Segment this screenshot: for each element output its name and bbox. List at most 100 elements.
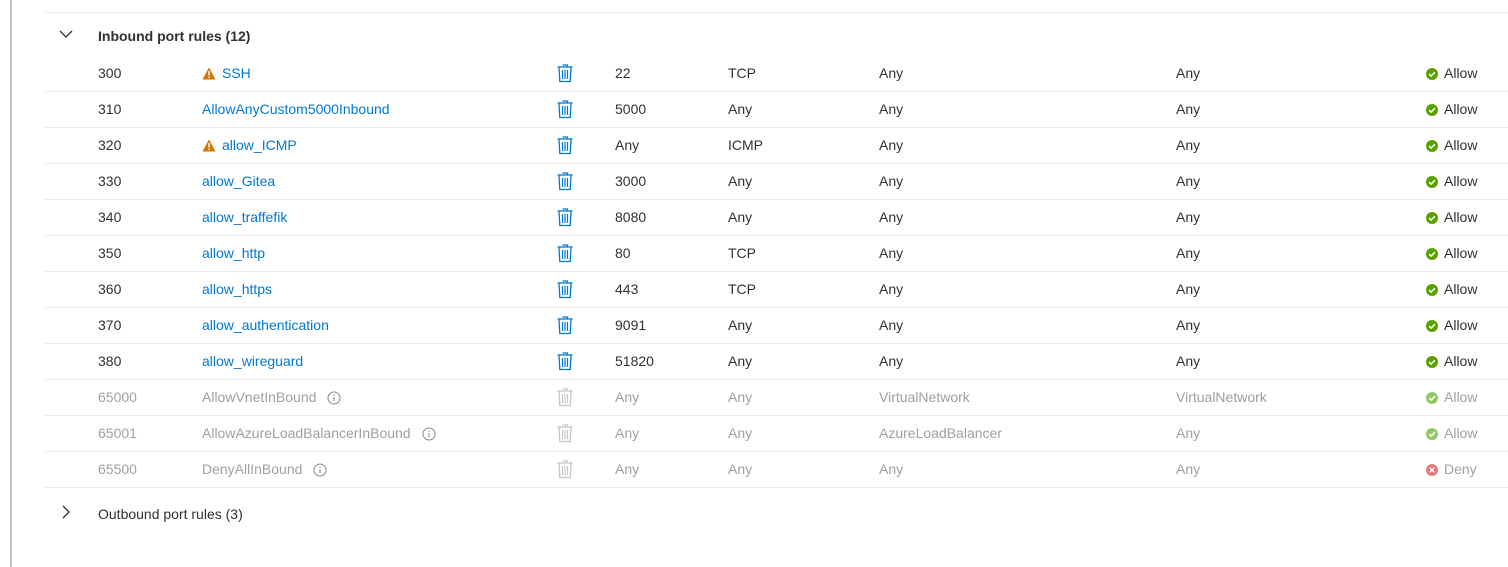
rule-source: Any [879, 65, 904, 81]
chevron-right-icon[interactable] [58, 504, 74, 520]
rule-destination: Any [1176, 461, 1201, 477]
rule-port: Any [615, 461, 640, 477]
rule-name-label: allow_https [202, 281, 273, 297]
trash-icon [557, 64, 573, 83]
rule-priority: 300 [98, 65, 122, 81]
rule-action-label: Allow [1444, 209, 1478, 225]
rule-port: Any [615, 425, 640, 441]
rule-source: VirtualNetwork [879, 389, 970, 405]
info-icon[interactable] [327, 391, 341, 405]
rule-action: Allow [1426, 380, 1477, 415]
rule-action: Deny [1426, 452, 1477, 487]
rule-priority: 320 [98, 137, 122, 153]
rule-name-link[interactable]: SSH [202, 56, 251, 91]
rule-source: Any [879, 281, 904, 297]
rule-source: Any [879, 173, 904, 189]
rule-name-link: AllowAzureLoadBalancerInBound [202, 416, 436, 451]
rule-source: Any [879, 245, 904, 261]
rule-name-link[interactable]: allow_authentication [202, 308, 329, 343]
rule-destination: Any [1176, 245, 1201, 261]
rule-action: Allow [1426, 344, 1477, 379]
info-icon[interactable] [313, 463, 327, 477]
rule-action: Allow [1426, 164, 1477, 199]
rule-protocol: Any [728, 353, 753, 369]
rule-action-label: Allow [1444, 245, 1478, 261]
rule-action-label: Allow [1444, 281, 1478, 297]
delete-rule-button[interactable] [557, 243, 573, 263]
check-circle-icon [1426, 175, 1438, 188]
trash-icon [557, 100, 573, 119]
rule-destination: Any [1176, 137, 1201, 153]
rule-action-label: Allow [1444, 65, 1478, 81]
rule-destination: Any [1176, 65, 1201, 81]
table-row: 310 AllowAnyCustom5000Inbound 5000 Any Any An… [45, 92, 1508, 128]
rule-action: Allow [1426, 56, 1477, 91]
table-row: 370 allow_authentication 9091 Any Any Any Allo… [45, 308, 1508, 344]
trash-icon [557, 280, 573, 299]
chevron-down-icon[interactable] [58, 26, 74, 42]
rule-name-link[interactable]: AllowAnyCustom5000Inbound [202, 92, 390, 127]
trash-icon [557, 172, 573, 191]
check-circle-icon [1426, 139, 1438, 152]
rule-name-link[interactable]: allow_https [202, 272, 272, 307]
rule-action-label: Allow [1444, 425, 1478, 441]
table-row: 380 allow_wireguard 51820 Any Any Any Allow [45, 344, 1508, 380]
rule-action-label: Allow [1444, 389, 1478, 405]
check-circle-icon [1426, 391, 1438, 404]
delete-rule-button[interactable] [557, 171, 573, 191]
rule-name-label: allow_wireguard [202, 353, 304, 369]
rule-name-label: AllowVnetInBound [202, 389, 317, 405]
rule-name-link[interactable]: allow_Gitea [202, 164, 275, 199]
rule-name-link: DenyAllInBound [202, 452, 327, 487]
delete-rule-button[interactable] [557, 351, 573, 371]
rule-protocol: Any [728, 101, 753, 117]
rule-priority: 65000 [98, 389, 137, 405]
rule-action: Allow [1426, 416, 1477, 451]
top-divider [45, 12, 1508, 13]
rule-name-link[interactable]: allow_ICMP [202, 128, 297, 163]
table-row: 330 allow_Gitea 3000 Any Any Any Allow [45, 164, 1508, 200]
delete-rule-button[interactable] [557, 315, 573, 335]
delete-rule-button[interactable] [557, 207, 573, 227]
rule-protocol: TCP [728, 281, 756, 297]
rule-port: 51820 [615, 353, 654, 369]
check-circle-icon [1426, 103, 1438, 116]
rule-priority: 65001 [98, 425, 137, 441]
rule-name-label: allow_traffefik [202, 209, 288, 225]
rule-destination: Any [1176, 173, 1201, 189]
check-circle-icon [1426, 67, 1438, 80]
inbound-section-title: Inbound port rules (12) [98, 28, 251, 44]
check-circle-icon [1426, 427, 1438, 440]
info-icon[interactable] [422, 427, 436, 441]
delete-rule-button[interactable] [557, 135, 573, 155]
rule-name-link[interactable]: allow_traffefik [202, 200, 287, 235]
check-circle-icon [1426, 211, 1438, 224]
rule-protocol: Any [728, 209, 753, 225]
rule-name-label: allow_Gitea [202, 173, 276, 189]
rule-priority: 360 [98, 281, 122, 297]
rule-name-link[interactable]: allow_http [202, 236, 265, 271]
delete-rule-button[interactable] [557, 279, 573, 299]
rule-source: AzureLoadBalancer [879, 425, 1002, 441]
rule-source: Any [879, 353, 904, 369]
check-circle-icon [1426, 319, 1438, 332]
outbound-section-header[interactable]: Outbound port rules (3) [45, 496, 1508, 532]
inbound-section-header[interactable]: Inbound port rules (12) [45, 18, 1508, 54]
rule-action-label: Deny [1444, 461, 1477, 477]
rule-action: Allow [1426, 92, 1477, 127]
warning-icon [202, 67, 216, 80]
rule-port: 3000 [615, 173, 647, 189]
rule-port: Any [615, 389, 640, 405]
table-row: 65000 AllowVnetInBound Any Any VirtualNetwor… [45, 380, 1508, 416]
delete-rule-button[interactable] [557, 63, 573, 83]
x-circle-icon [1426, 463, 1438, 476]
delete-rule-button[interactable] [557, 99, 573, 119]
rule-source: Any [879, 461, 904, 477]
rule-protocol: TCP [728, 245, 756, 261]
rule-port: 22 [615, 65, 631, 81]
table-row: 65001 AllowAzureLoadBalancerInBound Any Any… [45, 416, 1508, 452]
rule-destination: Any [1176, 209, 1201, 225]
table-row: 320 allow_ICMP Any ICMP Any Any Allow [45, 128, 1508, 164]
rule-name-link[interactable]: allow_wireguard [202, 344, 303, 379]
left-border [0, 0, 12, 567]
